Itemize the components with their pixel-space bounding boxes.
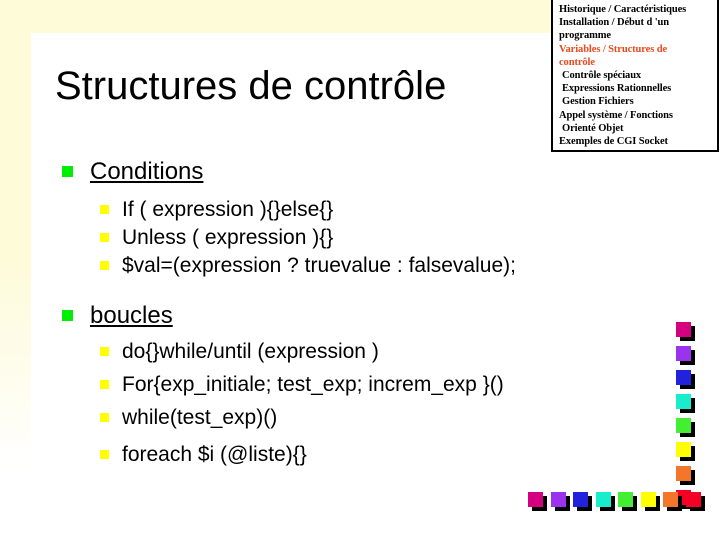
list-item: while(test_exp)()	[100, 404, 277, 431]
nav-item-4[interactable]: contrôle	[559, 56, 714, 69]
decorative-square	[663, 492, 678, 507]
bullet-square-icon	[62, 166, 73, 177]
decorative-square	[550, 492, 566, 507]
list-item-label: Unless ( expression ){}	[122, 226, 334, 249]
section-heading-label: Conditions	[90, 158, 204, 185]
list-item: Unless ( expression ){}	[100, 224, 333, 251]
bullet-square-icon	[100, 347, 109, 356]
list-item-label: while(test_exp)()	[122, 406, 278, 429]
bullet-square-icon	[100, 205, 109, 214]
list-item-label: $val=(expression ? truevalue : falsevalu…	[122, 254, 516, 277]
nav-item-2[interactable]: programme	[559, 29, 714, 42]
bullet-square-icon	[100, 261, 109, 270]
section-heading-0: Conditions	[62, 157, 203, 187]
list-item: $val=(expression ? truevalue : falsevalu…	[100, 252, 516, 279]
list-item-label: For{exp_initiale; test_exp; increm_exp }…	[122, 373, 504, 396]
decorative-square	[676, 418, 691, 433]
decorative-square	[676, 370, 691, 385]
decorative-square	[618, 492, 633, 507]
nav-item-7[interactable]: Gestion Fichiers	[559, 95, 714, 108]
nav-item-6[interactable]: Expressions Rationnelles	[559, 82, 714, 95]
decorative-frame-left	[0, 0, 31, 470]
bullet-square-icon	[62, 310, 73, 321]
decorative-square	[595, 492, 611, 507]
decorative-square	[685, 492, 701, 507]
list-item: If ( expression ){}else{}	[100, 196, 333, 223]
nav-item-8[interactable]: Appel système / Fonctions	[559, 109, 714, 122]
section-heading-1: boucles	[62, 301, 173, 331]
list-item-label: If ( expression ){}else{}	[122, 198, 334, 221]
page-title: Structures de contrôle	[55, 64, 447, 108]
section-heading-label: boucles	[90, 302, 173, 329]
list-item-label: foreach $i (@liste){}	[122, 443, 307, 466]
bullet-square-icon	[100, 413, 109, 422]
decorative-square	[676, 442, 691, 457]
nav-item-3[interactable]: Variables / Structures de	[559, 43, 714, 56]
bullet-square-icon	[100, 450, 109, 459]
decorative-square	[640, 492, 656, 507]
decorative-square	[676, 346, 691, 361]
nav-item-5[interactable]: Contrôle spéciaux	[559, 69, 714, 82]
navigation-outline-box: Historique / Caractéristiques Installatio…	[551, 0, 719, 152]
bullet-square-icon	[100, 233, 109, 242]
slide-canvas: Historique / Caractéristiques Installatio…	[0, 0, 720, 540]
list-item: For{exp_initiale; test_exp; increm_exp }…	[100, 371, 504, 398]
decorative-frame-top	[0, 0, 551, 33]
decorative-square	[528, 492, 543, 507]
decorative-square	[676, 466, 691, 481]
decorative-square	[573, 492, 588, 507]
decorative-square	[676, 394, 691, 409]
decorative-square	[676, 322, 691, 337]
nav-item-1[interactable]: Installation / Début d 'un	[559, 16, 714, 29]
nav-item-0[interactable]: Historique / Caractéristiques	[559, 3, 714, 16]
list-item-label: do{}while/until (expression )	[122, 340, 379, 363]
nav-item-10[interactable]: Exemples de CGI Socket	[559, 135, 714, 148]
bullet-square-icon	[100, 380, 109, 389]
list-item: do{}while/until (expression )	[100, 338, 379, 365]
list-item: foreach $i (@liste){}	[100, 441, 307, 468]
nav-item-9[interactable]: Orienté Objet	[559, 122, 714, 135]
